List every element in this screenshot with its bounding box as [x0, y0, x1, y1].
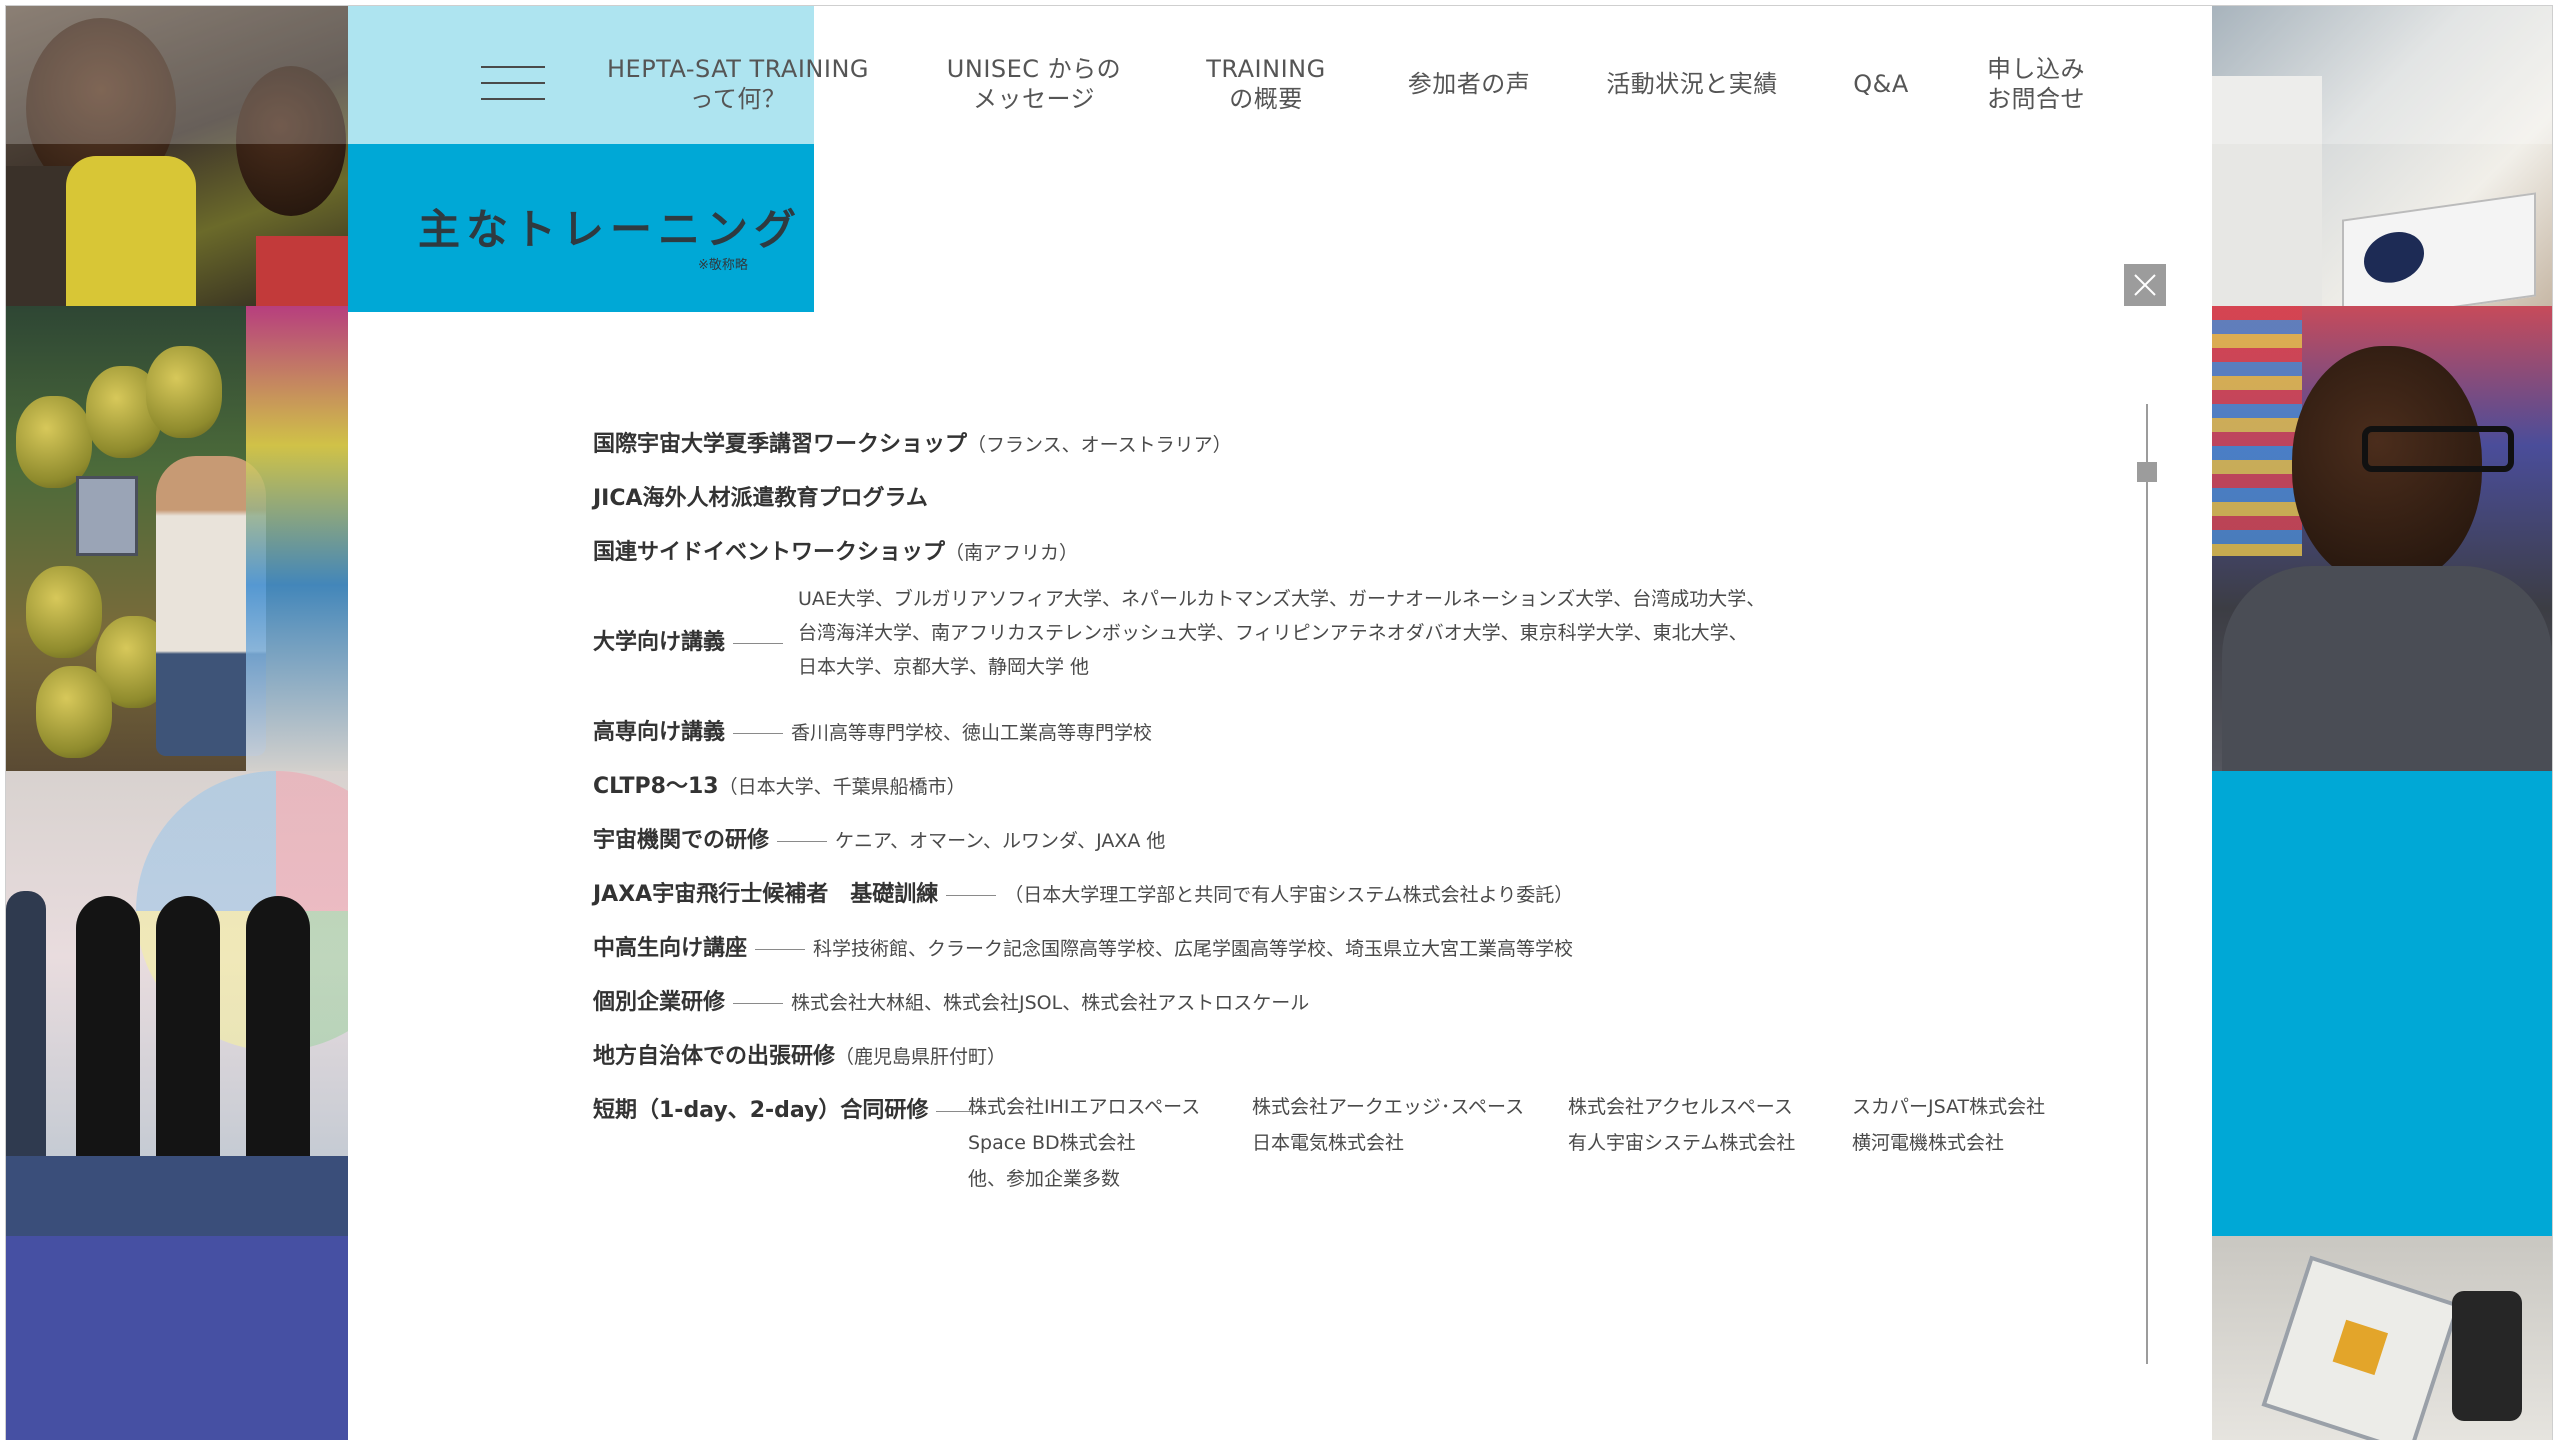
nav-label: Q&A: [1853, 70, 1909, 98]
honorifics-note: ※敬称略: [698, 258, 748, 273]
photo-group-award: [6, 771, 348, 1236]
list-item: CLTP8〜13（日本大学、千葉県船橋市）: [593, 768, 966, 800]
item-label: 短期（1-day、2-day）合同研修: [593, 1098, 929, 1123]
company-name: スカパーJSAT株式会社: [1852, 1096, 2046, 1118]
company-name: 有人宇宙システム株式会社: [1568, 1132, 1796, 1154]
item-label: 国際宇宙大学夏季講習ワークショップ: [593, 432, 968, 457]
list-item: 国連サイドイベントワークショップ（南アフリカ）: [593, 534, 1078, 566]
item-detail: 香川高等専門学校、徳山工業高等専門学校: [791, 722, 1153, 744]
item-label: 宇宙機関での研修: [593, 828, 770, 853]
company-name: 株式会社アークエッジ･スペース: [1252, 1096, 1525, 1118]
item-detail: （日本大学、千葉県船橋市）: [718, 776, 966, 798]
nav-item-voices[interactable]: 参加者の声: [1404, 69, 1534, 99]
nav-label-line2: メッセージ: [972, 85, 1096, 113]
list-item: 高専向け講義 香川高等専門学校、徳山工業高等専門学校: [593, 714, 1152, 746]
list-item: 短期（1-day、2-day）合同研修: [593, 1092, 994, 1124]
item-detail: ケニア、オマーン、ルワンダ、JAXA 他: [835, 830, 1166, 852]
university-list: UAE大学、ブルガリアソフィア大学、ネパールカトマンズ大学、ガーナオールネーショ…: [798, 582, 1765, 684]
list-item: 大学向け講義: [593, 624, 791, 656]
page-title: 主なトレーニング: [418, 205, 803, 254]
company-note: 他、参加企業多数: [968, 1168, 1121, 1190]
university-line: 日本大学、京都大学、静岡大学 他: [798, 656, 1090, 678]
item-detail: 株式会社大林組、株式会社JSOL、株式会社アストロスケール: [791, 992, 1310, 1014]
list-item: 地方自治体での出張研修（鹿児島県肝付町）: [593, 1038, 1006, 1070]
item-detail: 科学技術館、クラーク記念国際高等学校、広尾学園高等学校、埼玉県立大宮工業高等学校: [813, 938, 1574, 960]
item-label: JAXA宇宙飛行士候補者 基礎訓練: [593, 882, 939, 907]
divider-line: [777, 840, 828, 842]
scrollbar-thumb[interactable]: [2137, 462, 2157, 482]
list-item: 中高生向け講座 科学技術館、クラーク記念国際高等学校、広尾学園高等学校、埼玉県立大…: [593, 930, 1573, 962]
close-icon: [2134, 274, 2156, 296]
item-label: CLTP8〜13: [593, 774, 719, 799]
list-item: JAXA宇宙飛行士候補者 基礎訓練 （日本大学理工学部と共同で有人宇宙システム株式…: [593, 876, 1573, 908]
nav-item-overview[interactable]: TRAINING の概要: [1196, 54, 1336, 114]
company-name: 日本電気株式会社: [1252, 1132, 1405, 1154]
item-detail: （鹿児島県肝付町）: [835, 1046, 1007, 1068]
list-item: JICA海外人材派遣教育プログラム: [593, 480, 928, 512]
nav-label-line1: HEPTA-SAT TRAINING: [607, 55, 869, 83]
nav-label-line2: って何？: [689, 85, 787, 113]
list-item: 個別企業研修 株式会社大林組、株式会社JSOL、株式会社アストロスケール: [593, 984, 1309, 1016]
nav-label-line2: お問合せ: [1987, 85, 2085, 113]
university-line: 台湾海洋大学、南アフリカステレンボッシュ大学、フィリピンアテネオダバオ大学、東京…: [798, 622, 1748, 644]
indigo-block: [6, 1236, 348, 1440]
item-label: 中高生向け講座: [593, 936, 748, 961]
title-block: 主なトレーニング ※敬称略: [348, 144, 814, 312]
company-name: 株式会社アクセルスペース: [1568, 1096, 1793, 1118]
divider-line: [733, 732, 784, 734]
item-label: 個別企業研修: [593, 990, 726, 1015]
divider-line: [733, 642, 784, 644]
nav-label-line1: TRAINING: [1206, 55, 1326, 83]
item-detail: （フランス、オーストラリア）: [967, 434, 1232, 456]
list-item: 宇宙機関での研修 ケニア、オマーン、ルワンダ、JAXA 他: [593, 822, 1165, 854]
cyan-block: [2212, 771, 2552, 1236]
divider-line: [733, 1002, 784, 1004]
company-name: 横河電機株式会社: [1852, 1132, 2005, 1154]
nav-item-about[interactable]: HEPTA-SAT TRAINING って何？: [593, 54, 883, 114]
nav-item-message[interactable]: UNISEC からの メッセージ: [944, 54, 1124, 114]
photo-cubesat-model: [2212, 1236, 2552, 1440]
nav-item-contact[interactable]: 申し込み お問合せ: [1976, 54, 2096, 114]
company-name: Space BD株式会社: [968, 1132, 1136, 1154]
list-item: 国際宇宙大学夏季講習ワークショップ（フランス、オーストラリア）: [593, 426, 1232, 458]
item-label: JICA海外人材派遣教育プログラム: [593, 486, 928, 511]
photo-reading-booklet: [2212, 6, 2552, 306]
nav-label-line1: 申し込み: [1987, 55, 2085, 83]
company-name: 株式会社IHIエアロスペース: [968, 1096, 1201, 1118]
nav-label-line2: の概要: [1229, 85, 1303, 113]
divider-line: [755, 948, 806, 950]
scrollbar-track[interactable]: [2146, 404, 2148, 1364]
left-photo-column: [6, 6, 348, 1440]
divider-line: [946, 894, 997, 896]
nav-label-line1: UNISEC からの: [946, 55, 1122, 83]
item-label: 高専向け講義: [593, 720, 726, 745]
photo-students-smiling: [6, 6, 348, 306]
right-photo-column: [2212, 6, 2552, 1440]
item-label: 地方自治体での出張研修: [593, 1044, 836, 1069]
photo-student-glasses: [2212, 306, 2552, 771]
close-button[interactable]: [2124, 264, 2166, 306]
page-frame: 主なトレーニング ※敬称略 HEPTA-SAT TRAINING って何？ UN…: [6, 6, 2552, 1440]
hamburger-icon[interactable]: [481, 58, 545, 106]
item-label: 国連サイドイベントワークショップ: [593, 540, 946, 565]
item-label: 大学向け講義: [593, 630, 726, 655]
photo-market-durian: [6, 306, 348, 771]
nav-item-activities[interactable]: 活動状況と実績: [1602, 69, 1782, 99]
nav-label: 参加者の声: [1407, 70, 1531, 98]
university-line: UAE大学、ブルガリアソフィア大学、ネパールカトマンズ大学、ガーナオールネーショ…: [798, 588, 1766, 610]
item-detail: （南アフリカ）: [945, 542, 1079, 564]
nav-label: 活動状況と実績: [1606, 70, 1778, 98]
item-detail: （日本大学理工学部と共同で有人宇宙システム株式会社より委託）: [1004, 884, 1574, 906]
nav-item-qa[interactable]: Q&A: [1846, 69, 1916, 99]
